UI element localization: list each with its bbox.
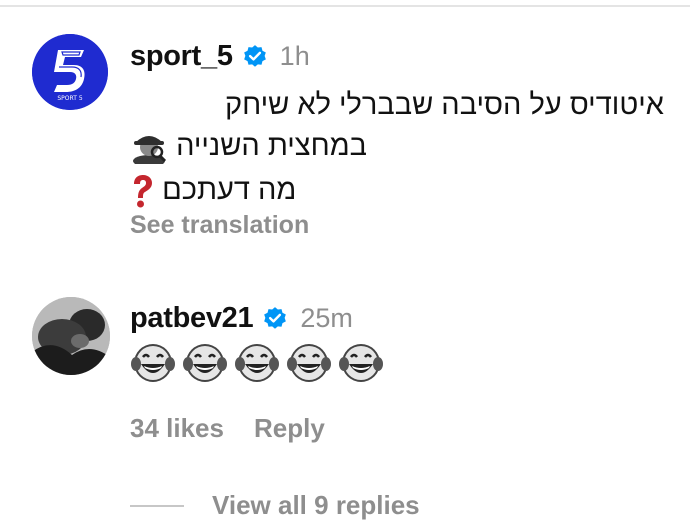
- comment1-header: sport_5 1h: [130, 40, 310, 73]
- tears-of-joy-emoji-icon: [287, 344, 331, 382]
- sport5-avatar[interactable]: SPORT 5: [32, 34, 108, 110]
- patbev21-avatar[interactable]: [32, 297, 110, 375]
- comment2-header: patbev21 25m: [130, 302, 353, 335]
- comment2-time: 25m: [300, 303, 353, 333]
- comment1-username[interactable]: sport_5: [130, 40, 233, 73]
- red-question-mark-icon: [134, 175, 152, 208]
- see-translation-link[interactable]: See translation: [130, 211, 309, 240]
- comment1-line-2-wrap: במחצית השנייה: [130, 128, 367, 165]
- comment2-actions: 34 likes Reply: [130, 413, 325, 444]
- sport5-logo-icon: SPORT 5: [32, 34, 108, 110]
- detective-emoji-icon: [133, 136, 167, 165]
- verified-badge-icon: [264, 306, 287, 329]
- tears-of-joy-emoji-icon: [339, 344, 383, 382]
- profile-photo-icon: [32, 297, 110, 375]
- verified-badge-icon: [243, 44, 266, 67]
- view-replies-link[interactable]: View all 9 replies: [212, 490, 420, 521]
- tears-of-joy-emoji-icon: [235, 344, 279, 382]
- comment1-time: 1h: [279, 41, 310, 71]
- tears-of-joy-emoji-icon: [183, 344, 227, 382]
- reply-button[interactable]: Reply: [254, 413, 325, 444]
- likes-count[interactable]: 34 likes: [130, 413, 224, 444]
- comment1-line-1: איטודיס על הסיבה שבברלי לא שיחק: [225, 89, 664, 121]
- comment1-line-2: במחצית השנייה: [176, 130, 367, 162]
- top-divider: [0, 5, 690, 7]
- comment2-username[interactable]: patbev21: [130, 302, 254, 335]
- comment1-line-3: מה דעתכם: [162, 174, 297, 206]
- tears-of-joy-emoji-icon: [131, 344, 175, 382]
- replies-divider: [130, 504, 184, 507]
- comment2-emoji-row: [130, 342, 384, 384]
- comment1-line-3-wrap: מה דעתכם: [130, 172, 296, 208]
- svg-text:SPORT 5: SPORT 5: [57, 95, 82, 102]
- view-replies-row[interactable]: View all 9 replies: [130, 490, 420, 521]
